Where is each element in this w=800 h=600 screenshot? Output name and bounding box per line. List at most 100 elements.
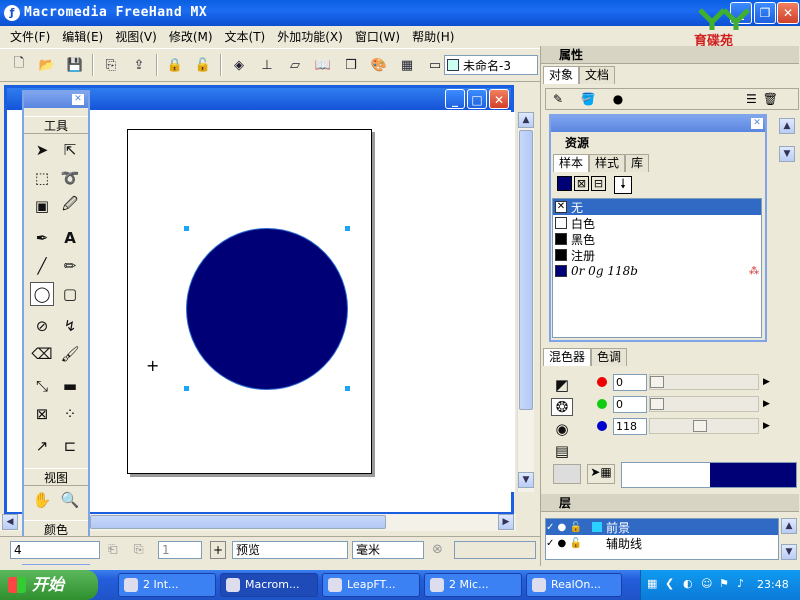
tray-network-icon[interactable]: ◐ bbox=[683, 577, 693, 590]
close-button[interactable]: ✕ bbox=[777, 2, 799, 24]
knife-tool-icon[interactable]: ⊘ bbox=[30, 314, 54, 338]
both-swatch-icon[interactable]: ⊟ bbox=[591, 176, 606, 191]
duplicate-icon[interactable]: ☰ bbox=[746, 92, 757, 106]
align-icon[interactable]: ⊥ bbox=[256, 54, 278, 76]
tray-expand-icon[interactable]: ❮ bbox=[665, 577, 674, 590]
cancel-render-icon[interactable]: ⊗ bbox=[432, 542, 443, 557]
page-number-field[interactable]: 1 bbox=[158, 541, 202, 559]
taskbar-item[interactable]: 2 Int... bbox=[118, 573, 216, 597]
document-select[interactable]: 未命名-3 bbox=[444, 55, 538, 75]
chart-tool-icon[interactable]: ⊏ bbox=[58, 434, 82, 458]
scroll-up-icon[interactable]: ▲ bbox=[518, 112, 534, 128]
green-value-input[interactable]: 0 bbox=[613, 395, 647, 413]
line-tool-icon[interactable]: ╱ bbox=[30, 254, 54, 278]
pencil-tool-icon[interactable]: ✏ bbox=[58, 254, 82, 278]
tab-document[interactable]: 文档 bbox=[579, 66, 616, 84]
library-icon[interactable]: 📖 bbox=[312, 54, 334, 76]
envelope-tool-icon[interactable]: ⊠ bbox=[30, 402, 54, 426]
layer-visibility-lock-icon[interactable]: ✓ ● 🔓 bbox=[546, 538, 606, 549]
brush-tool-icon[interactable]: 🖌 bbox=[58, 342, 82, 366]
hand-tool-icon[interactable]: ✋ bbox=[30, 488, 54, 512]
doc-minimize-button[interactable]: _ bbox=[445, 89, 465, 109]
pen-tool-icon[interactable]: ✒ bbox=[30, 226, 54, 250]
table-icon[interactable]: ▦ bbox=[396, 54, 418, 76]
add-fill-icon[interactable]: 🪣 bbox=[576, 92, 600, 106]
open-icon[interactable]: 📂 bbox=[36, 54, 58, 76]
green-increment-icon[interactable]: ▶ bbox=[763, 399, 770, 409]
layers-header[interactable]: 层 bbox=[541, 494, 799, 512]
green-slider-thumb[interactable] bbox=[650, 398, 664, 410]
view-mode-select[interactable]: 预览 bbox=[232, 541, 348, 559]
red-value-input[interactable]: 0 bbox=[613, 373, 647, 391]
lock-icon[interactable]: 🔒 bbox=[164, 54, 186, 76]
doc-maximize-button[interactable]: □ bbox=[467, 89, 487, 109]
assets-title-bar[interactable]: ✕ bbox=[551, 116, 765, 132]
menu-file[interactable]: 文件(F) bbox=[4, 28, 56, 45]
swatch-item[interactable]: 白色 bbox=[553, 215, 761, 231]
layers-icon[interactable]: ❒ bbox=[340, 54, 362, 76]
layer-row[interactable]: ✓ ● 🔓 辅助线 bbox=[546, 535, 778, 551]
zoom-field[interactable]: 4 bbox=[10, 541, 100, 559]
connector-tool-icon[interactable]: ↗ bbox=[30, 434, 54, 458]
add-to-swatches-icon[interactable] bbox=[553, 464, 581, 484]
assets-header[interactable]: 资源 bbox=[551, 134, 765, 152]
blend-tool-icon[interactable]: ▬ bbox=[58, 374, 82, 398]
menu-help[interactable]: 帮助(H) bbox=[406, 28, 460, 45]
swatch-item[interactable]: 黑色 bbox=[553, 231, 761, 247]
scroll-down-icon[interactable]: ▼ bbox=[518, 472, 534, 488]
menu-modify[interactable]: 修改(M) bbox=[163, 28, 219, 45]
blue-slider-thumb[interactable] bbox=[693, 420, 707, 432]
tray-security-icon[interactable]: ⚑ bbox=[719, 577, 729, 590]
subselect-tool-icon[interactable]: ⇱ bbox=[58, 138, 82, 162]
taskbar-item[interactable]: Macrom... bbox=[220, 573, 318, 597]
prev-page-icon[interactable]: ⎗ bbox=[108, 542, 118, 557]
hls-mode-icon[interactable]: ◉ bbox=[551, 420, 573, 438]
selection-handle[interactable] bbox=[184, 386, 189, 391]
layers-scroll-up-icon[interactable]: ▲ bbox=[781, 518, 797, 534]
menu-view[interactable]: 视图(V) bbox=[109, 28, 163, 45]
cmyk-mode-icon[interactable]: ◩ bbox=[551, 376, 573, 394]
transform-icon[interactable]: ▱ bbox=[284, 54, 306, 76]
trace-tool-icon[interactable]: ▣ bbox=[30, 194, 54, 218]
unlock-icon[interactable]: 🔓 bbox=[192, 54, 214, 76]
page-tool-icon[interactable]: ⬚ bbox=[30, 166, 54, 190]
tray-volume-icon[interactable]: ♪ bbox=[737, 577, 744, 590]
taskbar-item[interactable]: LeapFT... bbox=[322, 573, 420, 597]
eyedropper-tool-icon[interactable]: 🖉 bbox=[58, 194, 82, 218]
tab-styles[interactable]: 样式 bbox=[589, 154, 626, 172]
swatch-item[interactable]: 0r 0g 118b ⁂ bbox=[553, 263, 761, 279]
export-icon[interactable]: ⇪ bbox=[128, 54, 150, 76]
lasso-tool-icon[interactable]: ➰ bbox=[58, 166, 82, 190]
tints-swatch-icon[interactable]: ➤▦ bbox=[587, 464, 615, 484]
layer-row[interactable]: ✓ ● 🔓 前景 bbox=[546, 519, 778, 535]
layers-scroll-down-icon[interactable]: ▼ bbox=[781, 544, 797, 560]
red-slider-thumb[interactable] bbox=[650, 376, 664, 388]
next-page-icon[interactable]: ⎘ bbox=[134, 542, 144, 557]
freehand-app-icon[interactable]: ƒ bbox=[4, 5, 20, 21]
swatch-item[interactable]: ✕ 无 bbox=[553, 199, 761, 215]
taskbar-item[interactable]: RealOn... bbox=[526, 573, 622, 597]
tray-app-icon[interactable]: ▦ bbox=[647, 577, 657, 590]
scroll-right-icon[interactable]: ▶ bbox=[498, 514, 514, 530]
properties-scroll-up-icon[interactable]: ▲ bbox=[779, 118, 795, 134]
blue-increment-icon[interactable]: ▶ bbox=[763, 421, 770, 431]
system-color-icon[interactable]: ▤ bbox=[551, 442, 573, 460]
red-increment-icon[interactable]: ▶ bbox=[763, 377, 770, 387]
properties-header[interactable]: 属性 bbox=[541, 46, 799, 64]
swatch-item[interactable]: 注册 bbox=[553, 247, 761, 263]
blue-slider[interactable] bbox=[649, 418, 759, 434]
vertical-scroll-thumb[interactable] bbox=[519, 130, 533, 410]
stroke-swatch-icon[interactable]: ⊠ bbox=[574, 176, 589, 191]
assets-close-icon[interactable]: ✕ bbox=[751, 118, 763, 129]
tab-mixer[interactable]: 混色器 bbox=[543, 348, 592, 366]
tools-close-icon[interactable]: ✕ bbox=[72, 94, 84, 105]
red-slider[interactable] bbox=[649, 374, 759, 390]
doc-close-button[interactable]: ✕ bbox=[489, 89, 509, 109]
scale-tool-icon[interactable]: ⤡ bbox=[30, 374, 54, 398]
ellipse-tool-icon[interactable]: ◯ bbox=[30, 282, 54, 306]
tab-swatches[interactable]: 样本 bbox=[553, 154, 590, 172]
tab-tints[interactable]: 色调 bbox=[591, 348, 628, 366]
pointer-tool-icon[interactable]: ➤ bbox=[30, 138, 54, 162]
freeform-tool-icon[interactable]: ↯ bbox=[58, 314, 82, 338]
tab-library[interactable]: 库 bbox=[625, 154, 650, 172]
